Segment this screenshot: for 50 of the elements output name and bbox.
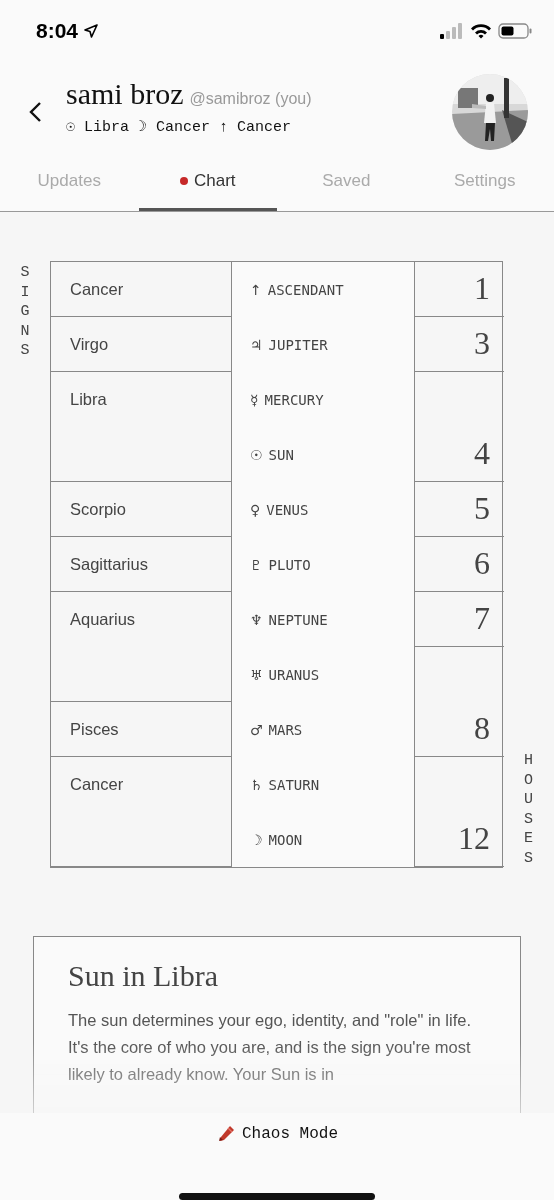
houses-axis-label: HOUSES xyxy=(523,751,534,869)
planet-name: ASCENDANT xyxy=(267,281,344,298)
planet-glyph: ☽ xyxy=(250,831,263,848)
planet-glyph: ♇ xyxy=(250,556,263,573)
planet-name: JUPITER xyxy=(268,336,328,353)
crayon-icon xyxy=(216,1124,236,1144)
house-cell: 4 xyxy=(414,372,504,483)
planet-name: MERCURY xyxy=(264,391,324,408)
planet-name: URANUS xyxy=(268,666,320,683)
profile-tab[interactable]: Settings xyxy=(415,153,554,212)
active-dot-icon xyxy=(179,177,188,186)
planet-glyph: ♅ xyxy=(250,666,263,683)
planet-glyph: ♂ xyxy=(250,721,263,738)
house-cell: 3 xyxy=(414,317,504,373)
card-body: The sun determines your ego, identity, and "role" in life. It's the core of who you are, and is the sign you're most likely to already know. Your Sun is in xyxy=(68,1010,473,1086)
planet-name: NEPTUNE xyxy=(268,611,328,628)
house-cell: 1 xyxy=(414,262,504,318)
wifi-icon xyxy=(470,22,492,39)
house-cell: 6 xyxy=(414,537,504,593)
planet-name: SUN xyxy=(268,446,294,463)
chaos-mode-button[interactable]: Chaos Mode xyxy=(210,1123,344,1145)
profile-tab[interactable]: Saved xyxy=(277,153,416,212)
planet-glyph: ☿ xyxy=(250,391,259,408)
planet-glyph: ♆ xyxy=(250,611,263,628)
house-cell: 12 xyxy=(414,757,504,868)
planet-glyph: ♄ xyxy=(250,776,263,793)
planet-glyph: ♃ xyxy=(250,336,263,353)
planet-name: PLUTO xyxy=(268,556,311,573)
profile-name: sami broz xyxy=(66,77,184,111)
house-cell: 8 xyxy=(414,647,504,758)
signs-axis-label: SIGNS xyxy=(19,263,31,361)
profile-tab[interactable]: Updates xyxy=(0,153,139,212)
planet-name: VENUS xyxy=(266,501,309,518)
card-title: Sun in Libra xyxy=(68,959,219,994)
planet-glyph: ↑ xyxy=(250,281,262,298)
big-three-signs: ☉ Libra ☽ Cancer ↑ Cancer xyxy=(66,118,293,137)
battery-icon xyxy=(498,22,532,39)
planet-name: SATURN xyxy=(268,776,320,793)
back-chevron-icon xyxy=(28,100,42,123)
profile-tab[interactable]: Chart xyxy=(138,153,277,212)
profile-handle: @samibroz (you) xyxy=(189,90,312,108)
planet-name: MARS xyxy=(268,721,303,738)
status-time: 8:04 xyxy=(36,18,79,43)
signal-icon xyxy=(440,22,464,39)
house-cell: 7 xyxy=(414,592,504,648)
planet-glyph: ☉ xyxy=(250,446,263,463)
location-arrow-icon xyxy=(84,23,99,38)
planet-glyph: ♀ xyxy=(250,501,261,518)
house-cell: 5 xyxy=(414,482,504,538)
planet-name: MOON xyxy=(268,831,303,848)
